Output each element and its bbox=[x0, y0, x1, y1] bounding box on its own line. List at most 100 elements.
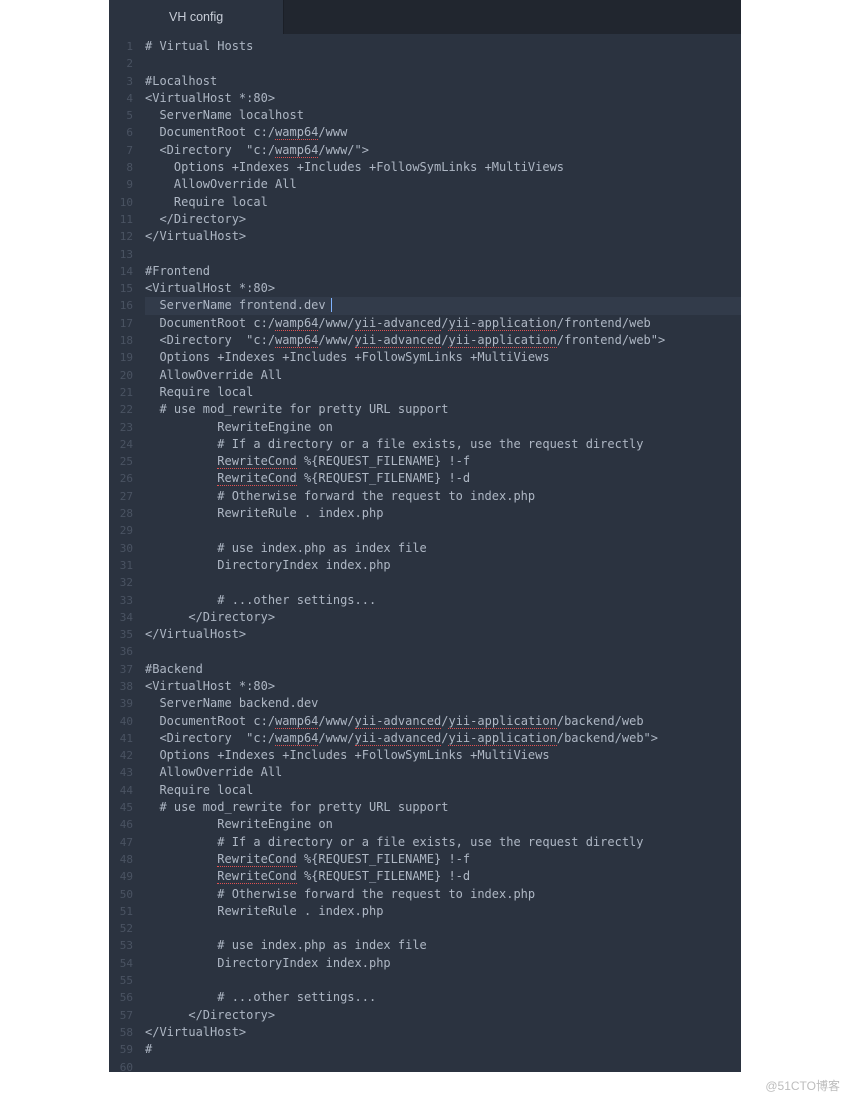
code-line[interactable]: Options +Indexes +Includes +FollowSymLin… bbox=[145, 349, 741, 366]
code-line[interactable] bbox=[145, 1059, 741, 1072]
code-line[interactable]: # ...other settings... bbox=[145, 592, 741, 609]
line-number: 27 bbox=[109, 488, 133, 505]
spellcheck-underline: wamp64 bbox=[275, 143, 318, 157]
spellcheck-underline: RewriteCond bbox=[217, 471, 296, 485]
code-line[interactable] bbox=[145, 643, 741, 660]
code-line[interactable]: # If a directory or a file exists, use t… bbox=[145, 436, 741, 453]
code-line[interactable] bbox=[145, 522, 741, 539]
spellcheck-underline: yii-advanced bbox=[355, 714, 442, 728]
code-line[interactable]: <VirtualHost *:80> bbox=[145, 90, 741, 107]
spellcheck-underline: RewriteCond bbox=[217, 869, 296, 883]
code-line[interactable] bbox=[145, 574, 741, 591]
code-line[interactable]: # ...other settings... bbox=[145, 989, 741, 1006]
code-line[interactable]: Options +Indexes +Includes +FollowSymLin… bbox=[145, 747, 741, 764]
line-number-gutter: 1234567891011121314151617181920212223242… bbox=[109, 34, 139, 1072]
line-number: 17 bbox=[109, 315, 133, 332]
code-line[interactable]: #Backend bbox=[145, 661, 741, 678]
line-number: 59 bbox=[109, 1041, 133, 1058]
code-line[interactable]: </VirtualHost> bbox=[145, 228, 741, 245]
code-line[interactable]: ServerName localhost bbox=[145, 107, 741, 124]
code-line[interactable]: DocumentRoot c:/wamp64/www/yii-advanced/… bbox=[145, 713, 741, 730]
code-line[interactable]: </VirtualHost> bbox=[145, 1024, 741, 1041]
code-line[interactable]: <Directory "c:/wamp64/www/yii-advanced/y… bbox=[145, 332, 741, 349]
code-line[interactable]: AllowOverride All bbox=[145, 764, 741, 781]
spellcheck-underline: yii-application bbox=[448, 316, 556, 330]
code-line[interactable]: ServerName frontend.dev bbox=[145, 297, 741, 314]
code-line[interactable]: <VirtualHost *:80> bbox=[145, 678, 741, 695]
code-line[interactable]: </Directory> bbox=[145, 609, 741, 626]
code-line[interactable]: # Otherwise forward the request to index… bbox=[145, 886, 741, 903]
code-line[interactable]: ServerName backend.dev bbox=[145, 695, 741, 712]
tab-bar: VH config bbox=[109, 0, 741, 34]
code-line[interactable]: RewriteCond %{REQUEST_FILENAME} !-f bbox=[145, 453, 741, 470]
code-area: 1234567891011121314151617181920212223242… bbox=[109, 34, 741, 1072]
code-line[interactable]: DirectoryIndex index.php bbox=[145, 557, 741, 574]
line-number: 47 bbox=[109, 834, 133, 851]
spellcheck-underline: yii-advanced bbox=[355, 731, 442, 745]
tab-title: VH config bbox=[169, 10, 223, 24]
line-number: 32 bbox=[109, 574, 133, 591]
line-number: 13 bbox=[109, 246, 133, 263]
code-line[interactable]: </Directory> bbox=[145, 1007, 741, 1024]
tab-vh-config[interactable]: VH config bbox=[109, 0, 284, 34]
code-line[interactable]: #Localhost bbox=[145, 73, 741, 90]
line-number: 33 bbox=[109, 592, 133, 609]
code-line[interactable]: <Directory "c:/wamp64/www/yii-advanced/y… bbox=[145, 730, 741, 747]
code-line[interactable]: AllowOverride All bbox=[145, 176, 741, 193]
line-number: 50 bbox=[109, 886, 133, 903]
line-number: 42 bbox=[109, 747, 133, 764]
code-line[interactable]: # bbox=[145, 1041, 741, 1058]
line-number: 58 bbox=[109, 1024, 133, 1041]
code-line[interactable]: DocumentRoot c:/wamp64/www bbox=[145, 124, 741, 141]
code-line[interactable]: # Virtual Hosts bbox=[145, 38, 741, 55]
code-line[interactable] bbox=[145, 55, 741, 72]
code-line[interactable]: DirectoryIndex index.php bbox=[145, 955, 741, 972]
line-number: 3 bbox=[109, 73, 133, 90]
code-line[interactable]: AllowOverride All bbox=[145, 367, 741, 384]
line-number: 30 bbox=[109, 540, 133, 557]
code-line[interactable] bbox=[145, 972, 741, 989]
line-number: 46 bbox=[109, 816, 133, 833]
line-number: 56 bbox=[109, 989, 133, 1006]
code-line[interactable]: RewriteEngine on bbox=[145, 816, 741, 833]
code-line[interactable]: RewriteCond %{REQUEST_FILENAME} !-d bbox=[145, 470, 741, 487]
line-number: 25 bbox=[109, 453, 133, 470]
spellcheck-underline: RewriteCond bbox=[217, 852, 296, 866]
code-line[interactable]: #Frontend bbox=[145, 263, 741, 280]
code-line[interactable]: <Directory "c:/wamp64/www/"> bbox=[145, 142, 741, 159]
line-number: 31 bbox=[109, 557, 133, 574]
code-line[interactable]: DocumentRoot c:/wamp64/www/yii-advanced/… bbox=[145, 315, 741, 332]
code-line[interactable]: <VirtualHost *:80> bbox=[145, 280, 741, 297]
line-number: 2 bbox=[109, 55, 133, 72]
code-line[interactable]: RewriteCond %{REQUEST_FILENAME} !-d bbox=[145, 868, 741, 885]
line-number: 28 bbox=[109, 505, 133, 522]
line-number: 12 bbox=[109, 228, 133, 245]
code-content[interactable]: # Virtual Hosts#Localhost<VirtualHost *:… bbox=[139, 34, 741, 1072]
code-line[interactable] bbox=[145, 246, 741, 263]
code-line[interactable]: Require local bbox=[145, 194, 741, 211]
code-line[interactable]: RewriteRule . index.php bbox=[145, 505, 741, 522]
code-line[interactable]: RewriteCond %{REQUEST_FILENAME} !-f bbox=[145, 851, 741, 868]
line-number: 55 bbox=[109, 972, 133, 989]
line-number: 10 bbox=[109, 194, 133, 211]
code-line[interactable]: RewriteEngine on bbox=[145, 419, 741, 436]
code-line[interactable]: Options +Indexes +Includes +FollowSymLin… bbox=[145, 159, 741, 176]
code-line[interactable] bbox=[145, 920, 741, 937]
code-line[interactable]: Require local bbox=[145, 782, 741, 799]
code-line[interactable]: # use index.php as index file bbox=[145, 937, 741, 954]
code-line[interactable]: # If a directory or a file exists, use t… bbox=[145, 834, 741, 851]
spellcheck-underline: yii-advanced bbox=[355, 333, 442, 347]
code-line[interactable]: # use index.php as index file bbox=[145, 540, 741, 557]
code-line[interactable]: # use mod_rewrite for pretty URL support bbox=[145, 799, 741, 816]
code-line[interactable]: RewriteRule . index.php bbox=[145, 903, 741, 920]
line-number: 45 bbox=[109, 799, 133, 816]
code-line[interactable]: # Otherwise forward the request to index… bbox=[145, 488, 741, 505]
line-number: 15 bbox=[109, 280, 133, 297]
code-line[interactable]: </VirtualHost> bbox=[145, 626, 741, 643]
code-line[interactable]: Require local bbox=[145, 384, 741, 401]
line-number: 41 bbox=[109, 730, 133, 747]
code-line[interactable]: </Directory> bbox=[145, 211, 741, 228]
line-number: 40 bbox=[109, 713, 133, 730]
code-line[interactable]: # use mod_rewrite for pretty URL support bbox=[145, 401, 741, 418]
spellcheck-underline: yii-advanced bbox=[355, 316, 442, 330]
